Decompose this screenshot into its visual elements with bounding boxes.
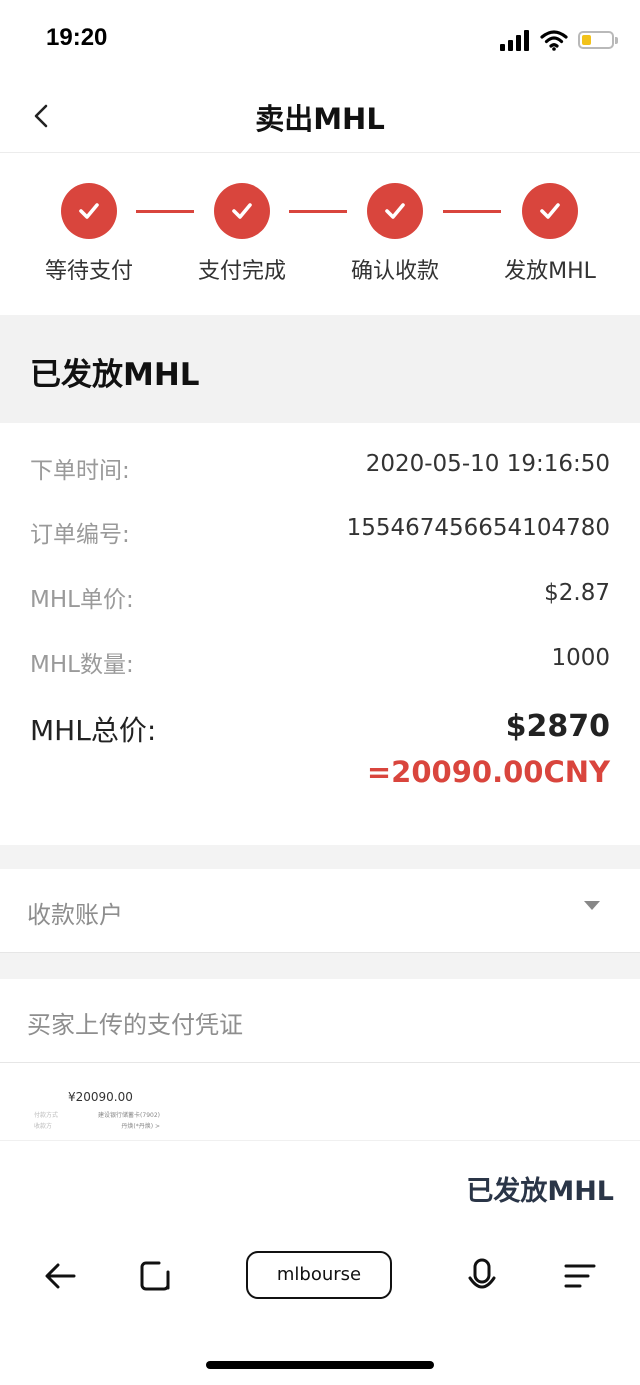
mhl-issued-button[interactable]: 已发放MHL <box>466 1169 614 1208</box>
voucher-row-value: 丹焕(*丹焕) > <box>121 1123 160 1130</box>
step-issue-mhl: 发放MHL <box>480 183 620 285</box>
total-price-cny: =20090.00CNY <box>366 755 610 789</box>
battery-icon <box>578 31 618 49</box>
check-circle-icon <box>61 183 117 239</box>
voucher-amount: ¥20090.00 <box>68 1090 133 1104</box>
total-price: $2870 <box>505 709 610 744</box>
detail-row-order-number: 订单编号: 155467456654104780 <box>30 515 610 555</box>
detail-label: 订单编号: <box>30 522 130 548</box>
detail-value: $2.87 <box>544 580 610 606</box>
voucher-row-label: 收款方 <box>34 1123 53 1130</box>
status-bar: 19:20 <box>0 0 640 80</box>
detail-label: 下单时间: <box>30 458 130 484</box>
check-circle-icon <box>367 183 423 239</box>
check-circle-icon <box>214 183 270 239</box>
detail-value: 155467456654104780 <box>346 515 610 541</box>
order-details: 下单时间: 2020-05-10 19:16:50 订单编号: 15546745… <box>0 423 640 845</box>
step-label: 等待支付 <box>44 259 133 284</box>
section-divider <box>0 845 640 869</box>
order-status-title: 已发放MHL <box>30 357 200 393</box>
status-time: 19:20 <box>46 24 108 51</box>
detail-value: 1000 <box>551 645 610 671</box>
menu-icon[interactable] <box>560 1256 600 1296</box>
detail-label: MHL总价: <box>30 714 157 747</box>
payment-voucher-header: 买家上传的支付凭证 <box>0 979 640 1063</box>
detail-row-total: MHL总价: $2870 <box>30 709 610 749</box>
cellular-signal-icon <box>500 29 530 51</box>
step-label: 发放MHL <box>504 259 596 284</box>
back-arrow-icon[interactable] <box>40 1256 80 1296</box>
detail-row-order-time: 下单时间: 2020-05-10 19:16:50 <box>30 451 610 491</box>
browser-toolbar: mlbourse <box>0 1230 640 1385</box>
detail-row-quantity: MHL数量: 1000 <box>30 645 610 685</box>
payee-account-label: 收款账户 <box>27 901 123 929</box>
section-divider <box>0 953 640 979</box>
wifi-icon <box>540 30 568 51</box>
voucher-row-value: 建设银行储蓄卡(7902) <box>98 1112 160 1119</box>
status-icons <box>500 26 618 54</box>
tabs-icon[interactable] <box>137 1256 177 1296</box>
order-status-section: 已发放MHL <box>0 315 640 423</box>
payment-voucher-label: 买家上传的支付凭证 <box>27 1011 243 1039</box>
voucher-row-label: 付款方式 <box>34 1112 59 1119</box>
microphone-icon[interactable] <box>462 1256 502 1296</box>
page-title: 卖出MHL <box>255 102 385 136</box>
step-confirm-receipt: 确认收款 <box>325 183 465 285</box>
footer-bar: 已发放MHL <box>0 1140 640 1231</box>
step-waiting-payment: 等待支付 <box>19 183 159 285</box>
payee-account-dropdown[interactable]: 收款账户 <box>0 869 640 953</box>
caret-down-icon <box>584 901 600 910</box>
progress-steps: 等待支付 支付完成 确认收款 发放MHL <box>0 153 640 315</box>
payment-voucher-thumbnail[interactable]: ¥20090.00 付款方式 建设银行储蓄卡(7902) 收款方 丹焕(*丹焕)… <box>20 1080 170 1142</box>
check-circle-icon <box>522 183 578 239</box>
step-label: 支付完成 <box>197 259 286 284</box>
detail-label: MHL数量: <box>30 652 134 678</box>
detail-row-unit-price: MHL单价: $2.87 <box>30 580 610 620</box>
step-label: 确认收款 <box>350 259 439 284</box>
home-indicator <box>206 1361 434 1369</box>
detail-value: 2020-05-10 19:16:50 <box>365 451 610 477</box>
detail-label: MHL单价: <box>30 587 134 613</box>
step-payment-complete: 支付完成 <box>172 183 312 285</box>
nav-bar: 卖出MHL <box>0 80 640 153</box>
address-bar[interactable]: mlbourse <box>246 1251 392 1299</box>
